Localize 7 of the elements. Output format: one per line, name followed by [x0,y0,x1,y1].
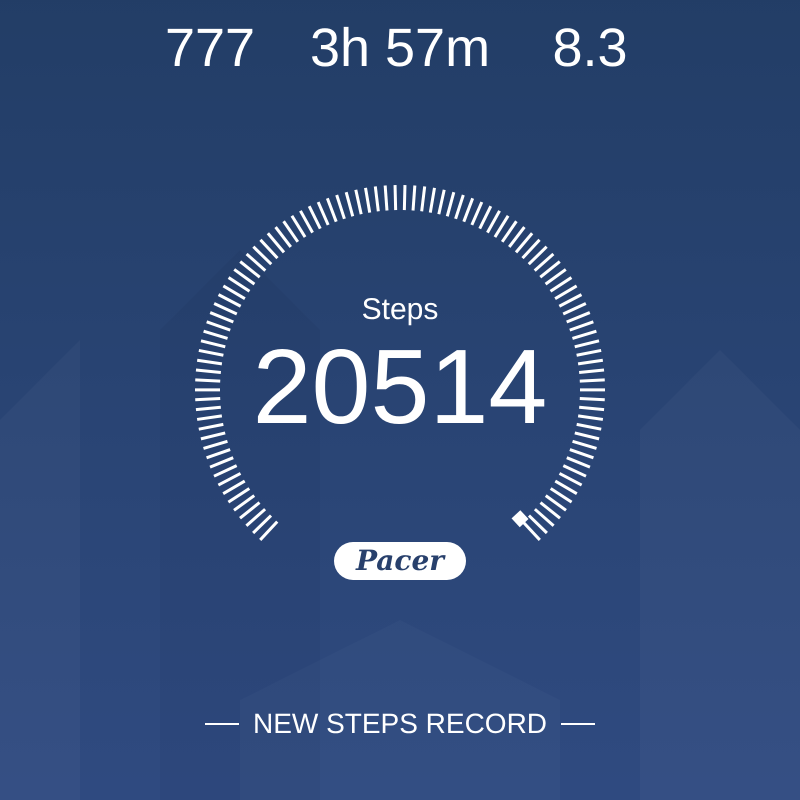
stat-value: 777 [164,18,256,78]
stat-value: 3h 57m [308,18,492,78]
stat-value: 8.3 [551,18,629,78]
pacer-logo: Pacer [334,542,466,580]
steps-count: 20514 [252,332,548,442]
gauge-label: Steps [362,292,438,328]
record-title: NEW STEPS RECORD [252,707,548,741]
